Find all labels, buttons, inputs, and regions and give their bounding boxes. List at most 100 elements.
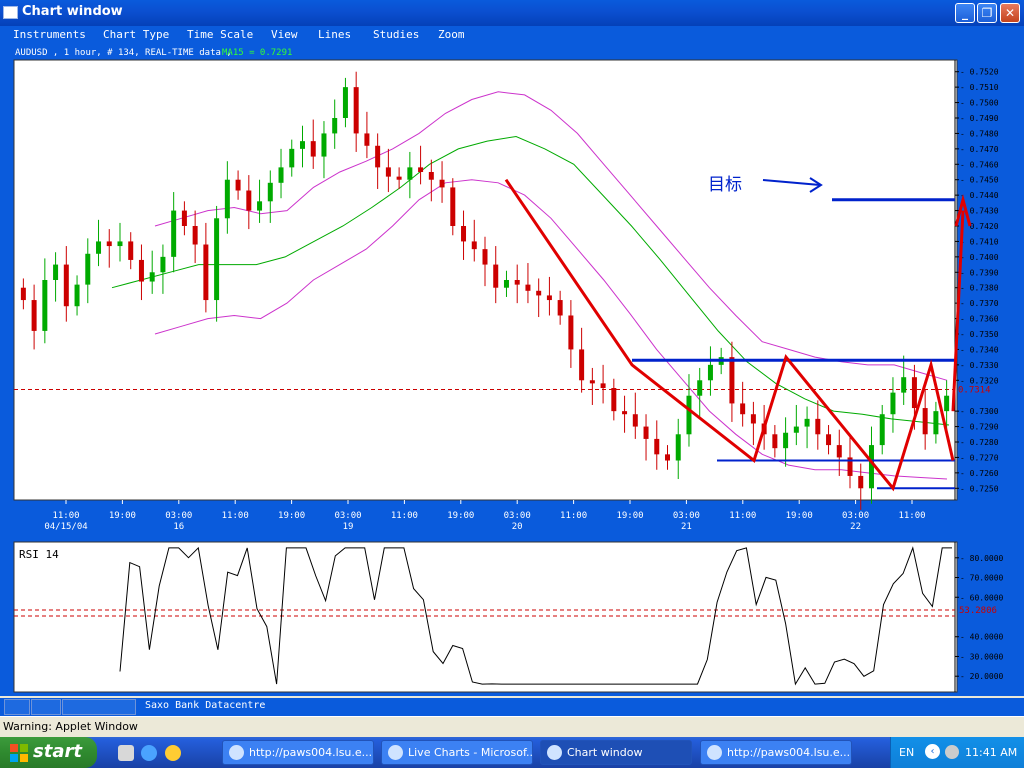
candle-body <box>611 388 617 412</box>
price-tick-label: - 0.7370 <box>960 299 999 308</box>
desktop-icon[interactable] <box>118 745 134 761</box>
candle-body <box>815 418 821 435</box>
price-tick-label: - 0.7380 <box>960 284 999 293</box>
candle-body <box>868 445 874 489</box>
candle-body <box>106 241 112 247</box>
network-icon[interactable] <box>945 745 959 759</box>
price-tick-label: - 0.7420 <box>960 222 999 231</box>
task-live-charts[interactable]: Live Charts - Microsof... <box>381 740 533 765</box>
candle-body <box>224 179 230 219</box>
candle-body <box>643 426 649 439</box>
crosshair-button[interactable] <box>31 699 61 715</box>
candle-body <box>246 190 252 211</box>
price-tick-label: - 0.7450 <box>960 176 999 185</box>
candle-body <box>665 454 671 461</box>
ie-icon <box>707 745 722 760</box>
candle-body <box>879 414 885 446</box>
language-indicator[interactable]: EN <box>899 746 914 759</box>
menu-view[interactable]: View <box>271 28 298 41</box>
menu-chart-type[interactable]: Chart Type <box>103 28 169 41</box>
messenger-icon[interactable] <box>165 745 181 761</box>
windows-logo-icon <box>10 744 28 762</box>
price-tick-label: - 0.7320 <box>960 376 999 385</box>
candle-body <box>418 167 424 172</box>
candle-body <box>514 280 520 285</box>
candle-body <box>568 315 574 350</box>
candle-body <box>74 284 80 307</box>
close-button[interactable]: ✕ <box>1000 3 1020 23</box>
task-chart-window[interactable]: Chart window <box>540 740 692 765</box>
candle-body <box>525 284 531 291</box>
candle-body <box>171 210 177 257</box>
candle-body <box>557 300 563 316</box>
candle-body <box>911 377 917 409</box>
task-paws-2[interactable]: http://paws004.lsu.e... <box>700 740 852 765</box>
candle-body <box>450 187 456 226</box>
candle-body <box>128 241 134 260</box>
minimize-button[interactable]: _ <box>955 3 975 23</box>
price-tick-label: - 0.7480 <box>960 129 999 138</box>
price-tick-label: - 0.7340 <box>960 345 999 354</box>
ie-quicklaunch-icon[interactable] <box>141 745 157 761</box>
candle-body <box>321 133 327 157</box>
candle-body <box>149 272 155 282</box>
candle-body <box>740 403 746 415</box>
start-button[interactable]: start <box>0 737 97 768</box>
candle-body <box>31 300 37 331</box>
candle-body <box>836 445 842 458</box>
candle-body <box>203 244 209 301</box>
data-source: Saxo Bank Datacentre <box>145 700 266 711</box>
rsi-panel[interactable] <box>13 541 958 693</box>
menu-bar: Instruments Chart Type Time Scale View L… <box>0 26 1024 44</box>
scroll-button[interactable] <box>4 699 30 715</box>
tray-arrow-icon[interactable]: ‹ <box>925 744 940 759</box>
time-tick-label: 11:00 <box>391 511 418 521</box>
price-tick-label: - 0.7350 <box>960 330 999 339</box>
time-tick-label: 19:00 <box>447 511 474 521</box>
price-tick-label: - 0.7520 <box>960 68 999 77</box>
candle-body <box>944 395 950 412</box>
candle-body <box>235 179 241 191</box>
candle-body <box>707 364 713 381</box>
menu-time-scale[interactable]: Time Scale <box>187 28 253 41</box>
rsi-tick-label: - 80.0000 <box>960 554 1004 563</box>
candle-body <box>428 172 434 180</box>
menu-lines[interactable]: Lines <box>318 28 351 41</box>
candle-body <box>138 259 144 282</box>
candle-body <box>536 290 542 296</box>
candle-body <box>53 264 59 280</box>
candle-body <box>750 414 756 424</box>
menu-instruments[interactable]: Instruments <box>13 28 86 41</box>
candle-body <box>96 241 102 254</box>
candle-body <box>654 438 660 455</box>
time-tick-label: 03:00 <box>334 511 361 521</box>
price-tick-label: - 0.7400 <box>960 253 999 262</box>
candle-body <box>396 176 402 180</box>
status-cell <box>62 699 136 715</box>
window-title: Chart window <box>22 4 123 19</box>
candle-body <box>493 264 499 288</box>
candle-body <box>826 434 832 446</box>
candle-body <box>364 133 370 146</box>
menu-zoom[interactable]: Zoom <box>438 28 465 41</box>
applet-warning: Warning: Applet Window <box>0 716 1024 736</box>
date-tick-label: 21 <box>681 522 692 532</box>
candle-body <box>675 434 681 461</box>
price-tick-label: - 0.7460 <box>960 160 999 169</box>
candle-body <box>503 280 509 288</box>
task-paws-1[interactable]: http://paws004.lsu.e... <box>222 740 374 765</box>
candle-body <box>482 249 488 265</box>
menu-studies[interactable]: Studies <box>373 28 419 41</box>
price-tick-label: - 0.7510 <box>960 83 999 92</box>
window-icon <box>3 6 18 19</box>
time-tick-label: 11:00 <box>52 511 79 521</box>
rsi-tick-label: - 70.0000 <box>960 574 1004 583</box>
candle-body <box>299 141 305 149</box>
ie-icon <box>229 745 244 760</box>
candle-body <box>353 87 359 134</box>
status-bar: Saxo Bank Datacentre <box>0 698 1024 716</box>
candle-body <box>589 380 595 384</box>
ma-label: MA15 = 0.7291 <box>222 48 292 58</box>
restore-button[interactable]: ❐ <box>977 3 997 23</box>
time-tick-label: 11:00 <box>898 511 925 521</box>
